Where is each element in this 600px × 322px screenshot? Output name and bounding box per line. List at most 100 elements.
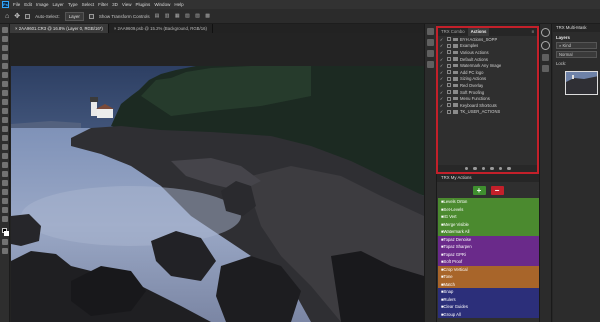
zoom-tool-icon[interactable]	[2, 207, 8, 213]
checkmark-icon[interactable]: ✓	[438, 96, 445, 101]
lasso-tool-icon[interactable]	[2, 45, 8, 51]
action-set-row[interactable]: ✓ Soft Proofing	[438, 89, 537, 96]
my-action-button[interactable]: ■Topaz Sharpen	[438, 243, 539, 251]
action-set-row[interactable]: ✓ BYH Actions_SOPP	[438, 36, 537, 43]
home-icon[interactable]: ⌂	[5, 13, 9, 20]
crop-tool-icon[interactable]	[2, 63, 8, 69]
my-action-button[interactable]: ■Levels Orton	[438, 198, 539, 206]
edit-toolbar-icon[interactable]	[2, 216, 8, 222]
dialog-toggle-box[interactable]	[447, 76, 451, 81]
action-set-row[interactable]: ✓ Examples	[438, 43, 537, 50]
my-action-button[interactable]: ■Clear Guides	[438, 303, 539, 311]
checkmark-icon[interactable]: ✓	[438, 109, 445, 114]
dialog-toggle-box[interactable]	[447, 83, 451, 88]
hand-tool-icon[interactable]	[2, 198, 8, 204]
new-set-icon[interactable]	[490, 166, 494, 171]
tab-trx-combo[interactable]: TRX Combo	[438, 28, 468, 36]
gradient-tool-icon[interactable]	[2, 135, 8, 141]
my-action-button[interactable]: ■Topaz Denoise	[438, 235, 539, 243]
menu-plugins[interactable]: Plugins	[136, 2, 151, 7]
checkmark-icon[interactable]: ✓	[438, 43, 445, 48]
action-set-row[interactable]: ✓ Menu Functions	[438, 95, 537, 102]
brush-panel-icon[interactable]	[542, 54, 549, 61]
my-action-button[interactable]: ■Snap	[438, 288, 539, 296]
shape-tool-icon[interactable]	[2, 189, 8, 195]
action-set-row[interactable]: ✓ Default Actions	[438, 56, 537, 63]
blur-tool-icon[interactable]	[2, 144, 8, 150]
checkmark-icon[interactable]: ✓	[438, 103, 445, 108]
stamp-tool-icon[interactable]	[2, 108, 8, 114]
layer-filter-field[interactable]: ⌕ Kind	[556, 42, 597, 49]
my-action-button[interactable]: ■Topaz GPRi	[438, 250, 539, 258]
properties-panel-icon[interactable]	[427, 39, 434, 46]
photoshop-logo[interactable]: Ps	[2, 1, 9, 8]
my-action-button[interactable]: ■Rulers	[438, 295, 539, 303]
checkmark-icon[interactable]: ✓	[438, 63, 445, 68]
dialog-toggle-box[interactable]	[447, 109, 451, 114]
checkmark-icon[interactable]: ✓	[438, 90, 445, 95]
record-icon[interactable]	[473, 166, 477, 171]
remove-action-button[interactable]: −	[490, 186, 504, 195]
dialog-toggle-box[interactable]	[447, 103, 451, 108]
add-action-button[interactable]: +	[472, 186, 486, 195]
path-select-icon[interactable]	[2, 180, 8, 186]
quick-select-tool-icon[interactable]	[2, 54, 8, 60]
frame-tool-icon[interactable]	[2, 72, 8, 78]
checkmark-icon[interactable]: ✓	[438, 70, 445, 75]
action-set-row[interactable]: ✓ Various Actions	[438, 49, 537, 56]
my-action-button[interactable]: ■IG Vert	[438, 213, 539, 221]
action-set-row[interactable]: ✓ Add PC logo	[438, 69, 537, 76]
my-action-button[interactable]: ■Crop Vertical	[438, 265, 539, 273]
action-set-row[interactable]: ✓ Red Overlay	[438, 82, 537, 89]
swatches-panel-icon[interactable]	[427, 61, 434, 68]
action-set-row[interactable]: ✓ Keyboard Shortcuts	[438, 102, 537, 109]
move-tool-icon[interactable]: ✥	[14, 12, 20, 20]
action-set-row[interactable]: ✓ TK_USER_ACTIONS	[438, 109, 537, 116]
move-tool-icon[interactable]	[2, 27, 8, 33]
my-action-button[interactable]: ■Merge Visible	[438, 220, 539, 228]
my-action-button[interactable]: ■Match	[438, 280, 539, 288]
my-action-button[interactable]: ■Group All	[438, 310, 539, 318]
menu-view[interactable]: View	[122, 2, 132, 7]
menu-filter[interactable]: Filter	[98, 2, 108, 7]
background-color-swatch[interactable]	[4, 231, 9, 236]
type-tool-icon[interactable]	[2, 171, 8, 177]
color-icon[interactable]	[541, 41, 550, 50]
menu-edit[interactable]: Edit	[24, 2, 32, 7]
document-image[interactable]	[11, 66, 424, 322]
info-icon[interactable]	[541, 28, 550, 37]
dialog-toggle-box[interactable]	[447, 70, 451, 75]
brush-tool-icon[interactable]	[2, 99, 8, 105]
my-action-button[interactable]: ■Soft Proof	[438, 258, 539, 266]
tab-actions[interactable]: Actions	[467, 28, 490, 36]
play-icon[interactable]	[481, 166, 485, 171]
tab-document-2[interactable]: × 2AA9609.psb @ 15.2% (Background, RGB/1…	[109, 24, 213, 33]
dialog-toggle-box[interactable]	[447, 37, 451, 42]
checkmark-icon[interactable]: ✓	[438, 57, 445, 62]
new-action-icon[interactable]	[498, 166, 502, 171]
auto-select-checkbox[interactable]	[25, 13, 31, 19]
my-action-button[interactable]: ■Tone	[438, 273, 539, 281]
auto-select-dropdown[interactable]: Layer	[64, 11, 84, 21]
eyedropper-tool-icon[interactable]	[2, 81, 8, 87]
menu-layer[interactable]: Layer	[53, 2, 64, 7]
menu-image[interactable]: Image	[36, 2, 49, 7]
dialog-toggle-box[interactable]	[447, 96, 451, 101]
menu-file[interactable]: File	[13, 2, 20, 7]
menu-3d[interactable]: 3D	[112, 2, 118, 7]
checkmark-icon[interactable]: ✓	[438, 83, 445, 88]
marquee-tool-icon[interactable]	[2, 36, 8, 42]
menu-help[interactable]: Help	[174, 2, 183, 7]
adjustments-panel-icon[interactable]	[427, 50, 434, 57]
align-icons[interactable]: ▤ ▥ ▦ ▧ ▨ ▩	[155, 13, 212, 19]
action-set-row[interactable]: ✓ Watermark Any Image	[438, 62, 537, 69]
dialog-toggle-box[interactable]	[447, 63, 451, 68]
stop-icon[interactable]	[464, 166, 468, 171]
menu-select[interactable]: Select	[82, 2, 95, 7]
transform-controls-checkbox[interactable]	[88, 13, 94, 19]
eraser-tool-icon[interactable]	[2, 126, 8, 132]
my-action-button[interactable]: ■Set-Levels	[438, 205, 539, 213]
dialog-toggle-box[interactable]	[447, 50, 451, 55]
delete-icon[interactable]	[507, 166, 511, 171]
history-panel-icon[interactable]	[427, 28, 434, 35]
